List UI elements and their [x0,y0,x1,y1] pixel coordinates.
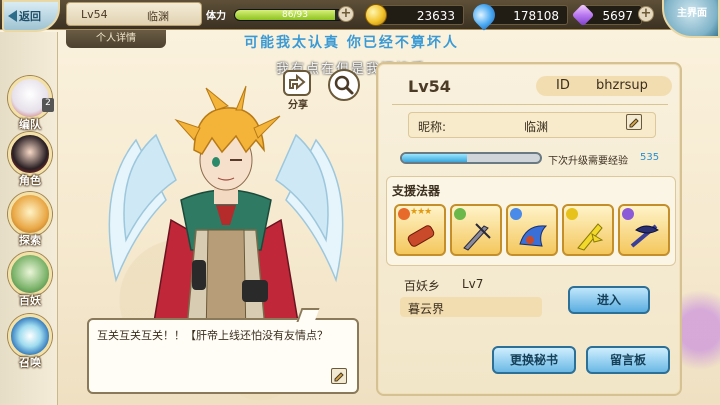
gem-icon [571,3,595,27]
nav-summon[interactable]: 召唤 [4,314,54,372]
guild-level: Lv7 [462,277,484,291]
formation-badge: 2 [42,98,54,112]
player-level: Lv54 [81,8,108,21]
back-arrow-icon [8,10,17,22]
coin-counter: 23633 [365,4,464,26]
message-board-button[interactable]: 留言板 [586,346,670,374]
home-label: 主界面 [677,8,707,19]
guild-name: 暮云界 [408,302,445,316]
exp-progress-bar [400,152,542,164]
exp-label: 下次升级需要经验 [548,156,628,167]
blue-wing-icon [519,225,548,247]
thunder-element-icon [566,208,578,220]
back-label: 返回 [19,10,41,23]
tab-personal-details[interactable]: 个人详情 [66,30,166,48]
edit-message-icon[interactable] [331,368,347,384]
nickname-value: 临渊 [524,120,549,134]
guild-label: 百妖乡 [404,279,441,293]
treasure-slot-4[interactable] [562,204,614,256]
coin-icon [365,4,387,26]
edit-nickname-icon[interactable] [626,114,642,130]
lyric-subtitle-1: 可能我太认真 你已经不算坏人 [244,35,459,51]
water-counter: 178108 [468,0,568,31]
profile-level: Lv54 [408,77,451,96]
dark-element-icon [622,208,634,220]
treasure-slot-1[interactable]: ★★★ [394,204,446,256]
bubble-tail [296,308,320,322]
top-bar: 返回 Lv54 临渊 体力 86/93 + 23633 178108 5697 … [0,0,720,38]
yellow-blade-icon [577,223,604,251]
gem-counter: 5697 [571,3,642,27]
wind-element-icon [454,208,466,220]
chat-speech-bubble[interactable]: 互关互关互关！！【肝帝上线还怕没有友情点？ [87,308,359,394]
back-button[interactable]: 返回 [2,0,60,32]
treasure-slot-3[interactable] [506,204,558,256]
divider [392,104,668,105]
side-nav: 2 编队 角色 探索 百妖 召唤 [0,32,58,405]
enter-guild-button[interactable]: 进入 [568,286,650,314]
stamina-meter: 体力 86/93 [206,5,356,25]
nav-explore-label: 探索 [19,234,41,247]
coin-value: 23633 [416,9,455,23]
player-name: 临渊 [147,10,169,23]
stamina-value: 86/93 [282,10,308,20]
nickname-label: 昵称: [418,120,447,134]
gem-plus-button[interactable]: + [638,6,654,22]
explore-icon [8,192,52,236]
nav-character-label: 角色 [19,174,41,187]
exp-value: 535 [640,152,660,163]
exp-progress-fill [402,154,467,162]
nav-summon-label: 召唤 [19,356,41,369]
id-value: bhzrsup [596,78,648,93]
stamina-plus-button[interactable]: + [338,6,354,22]
treasure-slot-5[interactable] [618,204,670,256]
player-level-plate: Lv54 临渊 [66,2,202,26]
stamina-label: 体力 [206,11,226,22]
chat-message: 互关互关互关！！【肝帝上线还怕没有友情点？ [97,329,328,342]
nav-hundred-yokai-label: 百妖 [19,294,41,307]
fire-element-icon [398,208,410,220]
hundred-yokai-icon [8,252,52,296]
summon-icon [8,314,52,358]
profile-panel: Lv54 ID bhzrsup 昵称: 临渊 下次升级需要经验 535 支援法器… [376,62,682,396]
red-scroll-icon [407,225,435,247]
treasure-slot-2[interactable] [450,204,502,256]
purple-spear-icon [630,224,659,248]
water-value: 178108 [513,9,559,23]
water-drop-icon [468,0,500,31]
id-label: ID [556,78,570,93]
home-button[interactable]: 主界面 [662,0,720,38]
water-element-icon [510,208,522,220]
character-icon [8,132,52,176]
support-treasure-label: 支援法器 [392,184,441,198]
sword-icon [463,223,491,251]
nav-hundred-yokai[interactable]: 百妖 [4,252,54,310]
nav-character[interactable]: 角色 [4,132,54,190]
nav-formation[interactable]: 2 编队 [4,76,54,134]
nav-explore[interactable]: 探索 [4,192,54,250]
change-secretary-button[interactable]: 更换秘书 [492,346,576,374]
nav-formation-label: 编队 [19,118,41,131]
gem-value: 5697 [602,9,633,23]
treasure-stars: ★★★ [410,207,432,217]
